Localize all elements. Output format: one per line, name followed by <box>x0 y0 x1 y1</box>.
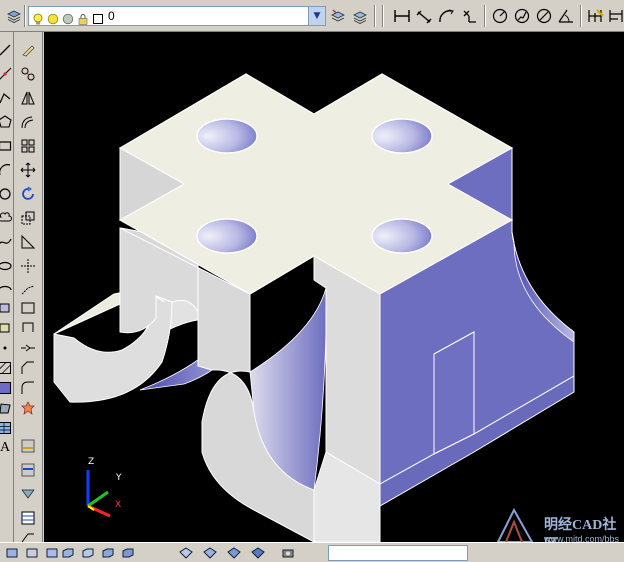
ellipse-icon[interactable] <box>0 256 15 276</box>
arc-icon[interactable] <box>0 160 15 180</box>
trim-icon[interactable] <box>18 256 38 276</box>
offset-icon[interactable] <box>18 112 38 132</box>
fillet-icon[interactable] <box>18 378 38 398</box>
view-toolbar <box>0 542 624 562</box>
ucs-y-label: Y <box>115 473 122 483</box>
camera-icon[interactable] <box>250 546 266 560</box>
dim-update-icon[interactable] <box>18 460 38 480</box>
multiline-text-icon[interactable]: A <box>0 438 15 458</box>
insert-block-icon[interactable] <box>0 298 15 318</box>
bottom-view-icon[interactable] <box>24 546 40 560</box>
nw-iso-icon[interactable] <box>226 546 242 560</box>
mirror-icon[interactable] <box>18 88 38 108</box>
ne-iso-icon[interactable] <box>202 546 218 560</box>
hatch-icon[interactable] <box>0 358 15 378</box>
current-layer-name: 0 <box>108 9 115 23</box>
revision-cloud-icon[interactable] <box>0 208 15 228</box>
make-block-icon[interactable] <box>0 318 15 338</box>
extend-icon[interactable] <box>18 280 38 300</box>
break-at-point-icon[interactable] <box>18 298 38 318</box>
polyline-icon[interactable] <box>0 88 15 108</box>
point-icon[interactable] <box>0 338 15 358</box>
site-watermark: 明经CAD社区 www.mjtd.com/bbs <box>492 506 622 542</box>
array-icon[interactable] <box>18 136 38 156</box>
angular-dimension-icon[interactable] <box>556 6 576 26</box>
color-swatch-icon <box>62 10 74 25</box>
watermark-url: www.mjtd.com/bbs <box>544 534 620 542</box>
top-view-icon[interactable] <box>4 546 20 560</box>
layer-manager-icon[interactable] <box>4 6 24 26</box>
layer-control-combo[interactable]: 0 ▼ <box>28 6 326 26</box>
square-color-icon <box>92 10 104 24</box>
table-style-icon[interactable] <box>18 508 38 528</box>
erase-icon[interactable] <box>18 40 38 60</box>
right-column-a <box>433 331 475 455</box>
scale-icon[interactable] <box>18 208 38 228</box>
hole-front-left <box>196 218 258 254</box>
chamfer-icon[interactable] <box>18 358 38 378</box>
arc-length-icon[interactable] <box>436 6 456 26</box>
sw-iso-icon[interactable] <box>120 546 136 560</box>
jogged-dimension-icon[interactable] <box>512 6 532 26</box>
hole-back-left <box>196 118 258 154</box>
se-iso-icon[interactable] <box>178 546 194 560</box>
hole-back-right <box>371 118 433 154</box>
radius-dimension-icon[interactable] <box>490 6 510 26</box>
ucs-x-label: X <box>115 500 121 510</box>
linear-dimension-icon[interactable] <box>392 6 412 26</box>
cad-application: 0 ▼ A Z Y X 明经CAD社 www.mjtd.com/bbs <box>0 0 624 562</box>
ucs-z-label: Z <box>88 457 94 467</box>
ordinate-dimension-icon[interactable] <box>460 6 480 26</box>
dimension-style-icon[interactable] <box>18 436 38 456</box>
explode-icon[interactable] <box>18 398 38 418</box>
left-view-icon[interactable] <box>44 546 60 560</box>
text-style-icon[interactable] <box>18 484 38 504</box>
move-icon[interactable] <box>18 160 38 180</box>
ellipse-arc-icon[interactable] <box>0 280 15 300</box>
layer-previous-icon[interactable] <box>350 6 370 26</box>
lock-icon <box>77 10 89 25</box>
break-icon[interactable] <box>18 318 38 338</box>
make-object-layer-current-icon[interactable] <box>328 6 348 26</box>
rotate-icon[interactable] <box>18 184 38 204</box>
draw-toolbar: A <box>0 32 14 542</box>
copy-icon[interactable] <box>18 64 38 84</box>
layers-dimension-toolbar: 0 ▼ <box>0 0 624 32</box>
aligned-dimension-icon[interactable] <box>414 6 434 26</box>
baseline-dimension-icon[interactable] <box>606 6 624 26</box>
bulb-on-icon <box>32 10 44 25</box>
render-icon[interactable] <box>280 546 296 560</box>
polygon-icon[interactable] <box>0 112 15 132</box>
back-view-icon[interactable] <box>100 546 116 560</box>
diameter-dimension-icon[interactable] <box>534 6 554 26</box>
modify-toolbar <box>14 32 43 543</box>
hole-front-right <box>371 218 433 254</box>
construction-line-icon[interactable] <box>0 64 15 84</box>
circle-icon[interactable] <box>0 184 15 204</box>
table-icon[interactable] <box>0 418 15 438</box>
stretch-icon[interactable] <box>18 232 38 252</box>
right-view-icon[interactable] <box>60 546 76 560</box>
rectangle-icon[interactable] <box>0 136 15 156</box>
model-viewport[interactable]: Z Y X 明经CAD社区 www.mjtd.com/bbs <box>44 32 624 542</box>
solid-model-lines <box>53 73 575 542</box>
join-icon[interactable] <box>18 338 38 358</box>
ucs-icon: Z Y X <box>86 457 122 518</box>
spline-icon[interactable] <box>0 232 15 252</box>
isometric-solid-model: Z Y X <box>53 73 575 542</box>
chevron-down-icon[interactable]: ▼ <box>308 7 325 25</box>
line-icon[interactable] <box>0 40 15 60</box>
watermark-logo-icon <box>496 507 534 542</box>
sun-thaw-icon <box>47 10 59 25</box>
gradient-icon[interactable] <box>0 378 15 398</box>
region-icon[interactable] <box>0 398 15 418</box>
quick-dimension-icon[interactable] <box>586 6 606 26</box>
view-combo[interactable] <box>328 545 468 561</box>
front-view-icon[interactable] <box>80 546 96 560</box>
